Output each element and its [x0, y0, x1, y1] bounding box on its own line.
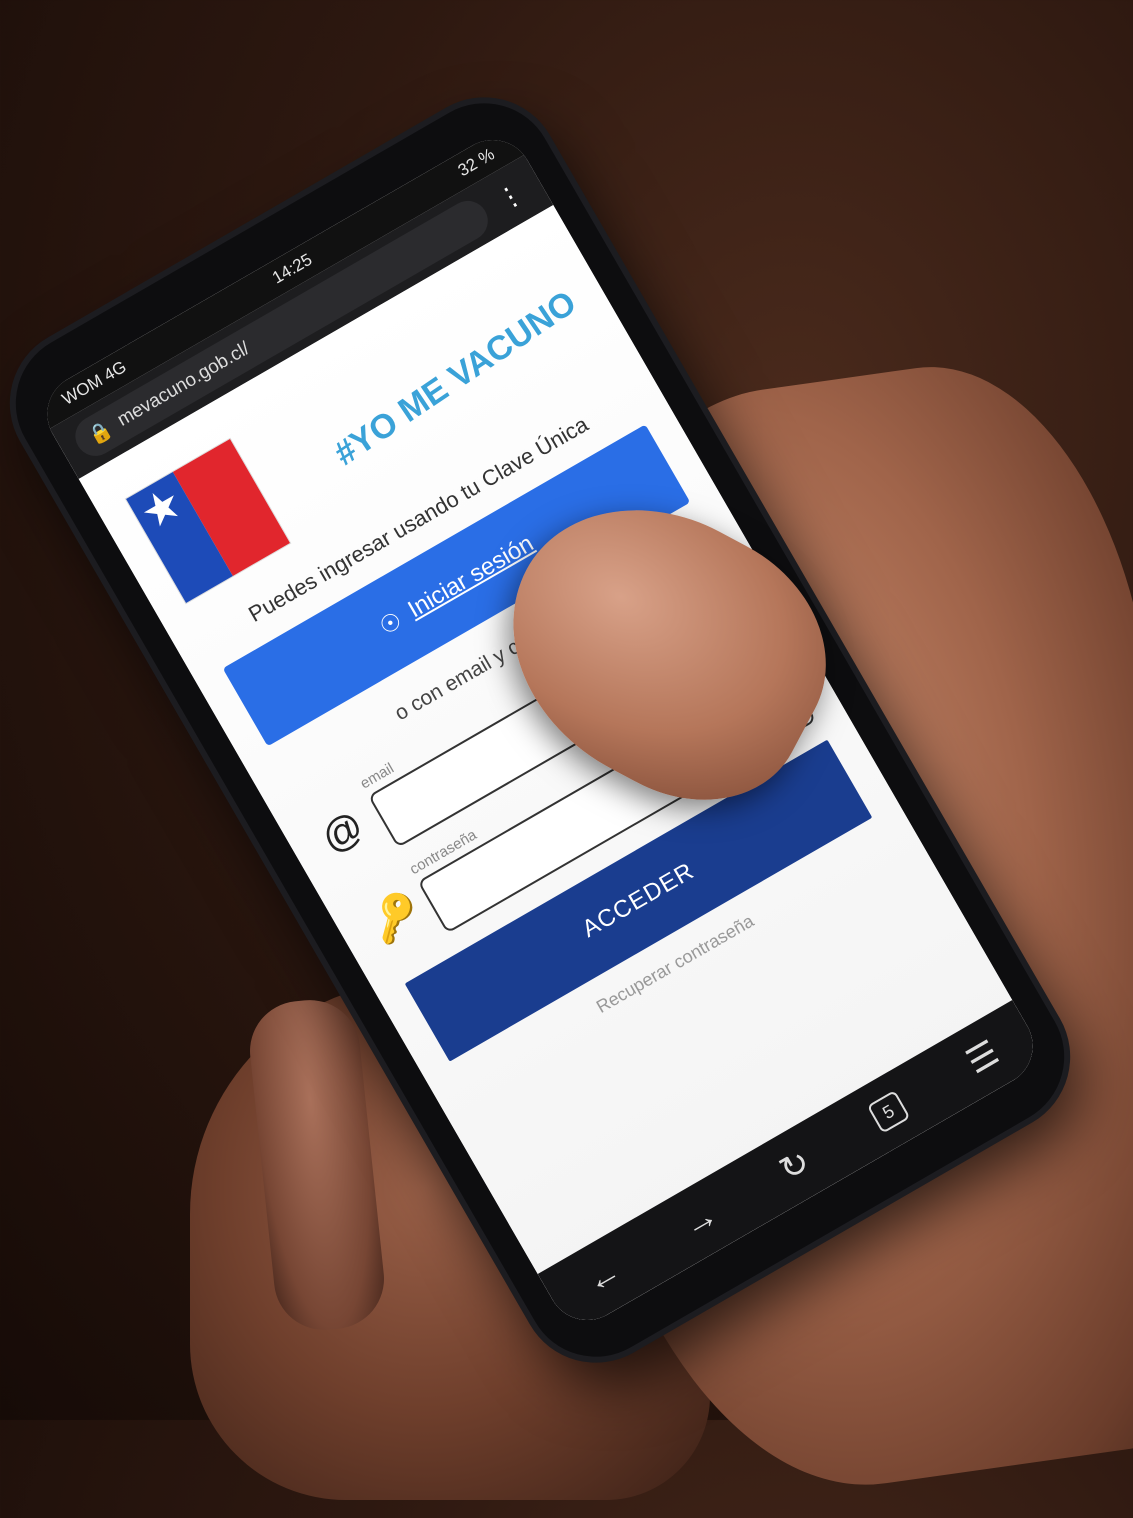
ministerio-salud-logo [124, 437, 292, 605]
lock-icon: 🔒 [85, 418, 117, 449]
back-arrow-icon[interactable]: ← [579, 1251, 628, 1302]
hamburger-menu-icon[interactable]: ☰ [960, 1032, 1006, 1082]
more-dots-icon[interactable]: ⋮ [488, 174, 533, 218]
at-sign-icon: @ [314, 803, 372, 862]
key-icon: 🔑 [362, 885, 428, 949]
tab-count-button[interactable]: 5 [866, 1090, 911, 1134]
forward-arrow-icon[interactable]: → [676, 1195, 725, 1246]
reload-icon[interactable]: ↻ [773, 1142, 818, 1191]
clave-unica-icon: ☉ [374, 606, 407, 641]
